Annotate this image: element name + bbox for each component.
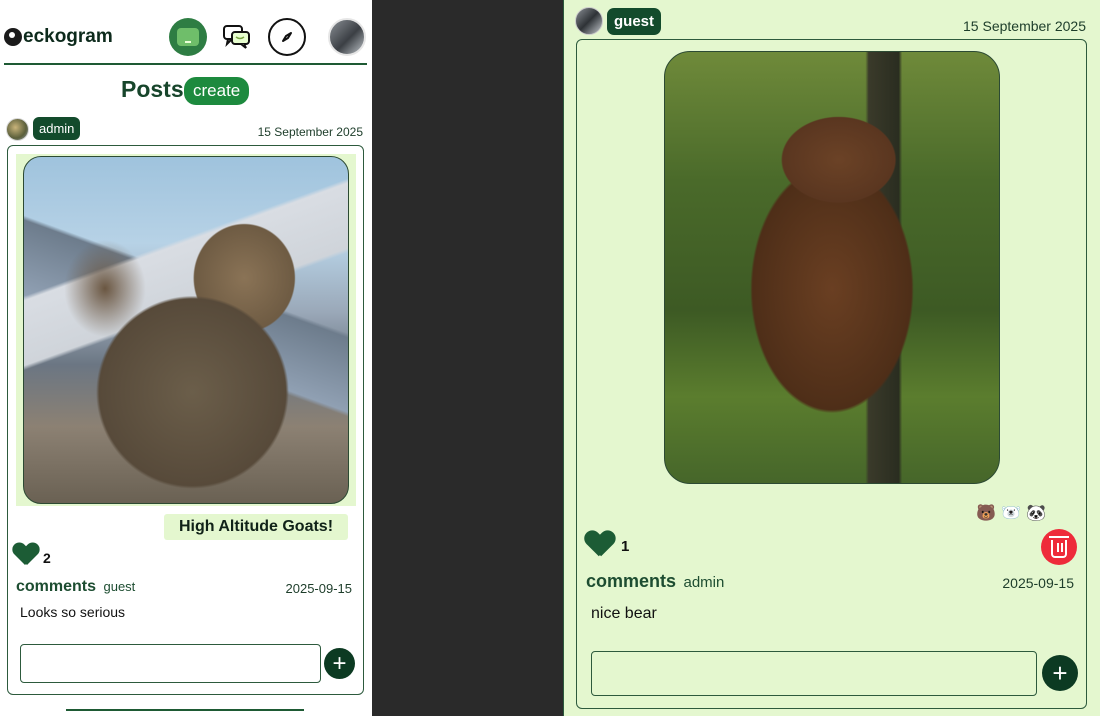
polar-bear-reaction-icon[interactable]: 🐻‍❄️	[1001, 503, 1021, 523]
add-comment-button[interactable]: +	[324, 648, 355, 679]
reaction-row: 🐻 🐻‍❄️ 🐼	[976, 503, 1046, 523]
post-image[interactable]	[664, 51, 1000, 484]
post-image-frame	[16, 154, 356, 506]
comments-label: comments	[586, 571, 677, 591]
create-post-button[interactable]: create	[184, 77, 250, 105]
app-logo[interactable]: eckogram	[4, 26, 113, 48]
author-badge[interactable]: guest	[607, 8, 662, 35]
top-navigation: eckogram	[0, 0, 372, 65]
post-caption: High Altitude Goats!	[164, 514, 348, 540]
author-avatar[interactable]	[575, 7, 603, 35]
comments-label: comments	[16, 578, 97, 595]
post-date: 15 September 2025	[963, 18, 1086, 34]
scroll-indicator	[66, 709, 304, 711]
comment-author[interactable]: admin	[683, 574, 724, 591]
comment-header: comments admin 2025-09-15	[586, 571, 1074, 592]
comment-text: Looks so serious	[20, 604, 126, 620]
bear-reaction-icon[interactable]: 🐻	[976, 503, 996, 523]
explore-button[interactable]	[268, 18, 306, 56]
chat-bubbles-icon	[223, 25, 250, 49]
post-author-row: admin 15 September 2025	[6, 117, 366, 141]
left-panel: eckogram Posts create admin 15 September	[0, 0, 372, 716]
post-card: 🐻 🐻‍❄️ 🐼 1 comments admin 2025-09-15 nic…	[576, 39, 1087, 709]
post-card: High Altitude Goats! 2 comments guest 20…	[7, 145, 364, 695]
app-logo-text: eckogram	[23, 26, 113, 47]
page-title: Posts	[121, 76, 184, 102]
heart-icon[interactable]	[13, 543, 39, 567]
home-icon	[177, 28, 199, 46]
like-count: 2	[43, 550, 51, 566]
home-button[interactable]	[169, 18, 207, 56]
panda-reaction-icon[interactable]: 🐼	[1026, 503, 1046, 523]
author-avatar[interactable]	[6, 118, 29, 141]
compass-icon	[282, 32, 292, 42]
author-badge[interactable]: admin	[33, 117, 81, 140]
comment-date: 2025-09-15	[285, 581, 353, 596]
comment-input[interactable]	[591, 651, 1037, 696]
comment-date: 2025-09-15	[1002, 575, 1074, 591]
comment-author[interactable]: guest	[103, 579, 135, 594]
delete-post-button[interactable]	[1041, 529, 1077, 565]
comment-text: nice bear	[591, 605, 657, 622]
divider	[4, 63, 367, 65]
like-count: 1	[621, 538, 630, 555]
like-control[interactable]: 1	[585, 530, 629, 555]
like-control[interactable]: 2	[13, 543, 51, 567]
add-comment-button[interactable]: +	[1042, 655, 1078, 691]
profile-avatar[interactable]	[328, 18, 366, 56]
heart-icon[interactable]	[585, 531, 615, 559]
gecko-icon	[4, 28, 22, 46]
comment-input[interactable]	[20, 644, 321, 683]
trash-icon	[1049, 536, 1069, 558]
messages-button[interactable]	[218, 18, 256, 56]
post-date: 15 September 2025	[257, 125, 363, 139]
right-panel: guest 15 September 2025 🐻 🐻‍❄️ 🐼 1 comme…	[563, 0, 1100, 716]
post-image[interactable]	[23, 156, 349, 504]
comment-header: comments guest 2025-09-15	[16, 578, 352, 596]
